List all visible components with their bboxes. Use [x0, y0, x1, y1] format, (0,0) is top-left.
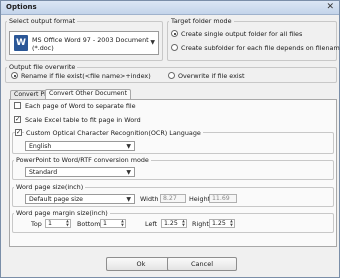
- chevron-down-icon: ▼: [126, 196, 131, 203]
- height-value: 11.69: [212, 195, 230, 202]
- left-margin-input[interactable]: 1.25 ▲ ▼: [161, 219, 187, 228]
- right-label: Right: [192, 220, 209, 228]
- spinner-icon[interactable]: ▲ ▼: [181, 219, 186, 227]
- bottom-margin-value: 1: [103, 220, 107, 227]
- page-size-legend: Word page size(inch): [14, 183, 86, 191]
- width-input[interactable]: 8.27: [160, 194, 186, 203]
- ocr-language-select[interactable]: English ▼: [25, 141, 135, 151]
- output-format-legend: Select output format: [7, 17, 78, 25]
- scale-excel-checkbox[interactable]: ✓: [14, 116, 21, 123]
- top-label: Top: [31, 220, 42, 228]
- chevron-down-icon: ▼: [126, 143, 131, 150]
- page-size-value: Default page size: [29, 196, 83, 203]
- ocr-checkbox[interactable]: ✓: [15, 129, 22, 136]
- output-format-dropdown[interactable]: MS Office Word 97 - 2003 Document (*.doc…: [9, 31, 159, 55]
- window-title: Options: [6, 3, 37, 11]
- width-value: 8.27: [163, 195, 177, 202]
- scale-excel-label: Scale Excel table to fit page in Word: [25, 116, 141, 124]
- bottom-margin-input[interactable]: 1 ▲ ▼: [100, 219, 126, 228]
- single-folder-radio[interactable]: [171, 30, 178, 37]
- overwrite-label: Overwrite if file exist: [178, 72, 245, 80]
- cancel-button[interactable]: Cancel: [167, 257, 237, 271]
- top-margin-input[interactable]: 1 ▲ ▼: [45, 219, 71, 228]
- ocr-label: Custom Optical Character Recognition(OCR…: [24, 129, 203, 137]
- overwrite-legend: Output file overwrite: [7, 63, 78, 71]
- word-document-icon: [14, 35, 28, 51]
- left-margin-value: 1.25: [164, 220, 178, 227]
- height-input[interactable]: 11.69: [209, 194, 237, 203]
- right-margin-value: 1.25: [212, 220, 226, 227]
- subfolder-radio[interactable]: [171, 44, 178, 51]
- ok-button[interactable]: Ok: [106, 257, 176, 271]
- format-line1: MS Office Word 97 - 2003 Document: [32, 36, 149, 44]
- spinner-icon[interactable]: ▲ ▼: [65, 219, 70, 227]
- chevron-down-icon: ▼: [126, 169, 131, 176]
- spinner-icon[interactable]: ▲ ▼: [120, 219, 125, 227]
- target-folder-group: [167, 21, 337, 61]
- spinner-icon[interactable]: ▲ ▼: [229, 219, 234, 227]
- ppt-mode-legend: PowerPoint to Word/RTF conversion mode: [14, 156, 151, 164]
- ppt-mode-value: Standard: [29, 169, 58, 176]
- overwrite-radio[interactable]: [168, 72, 175, 79]
- close-icon[interactable]: ✕: [326, 2, 334, 12]
- each-page-checkbox[interactable]: [14, 102, 21, 109]
- right-margin-input[interactable]: 1.25 ▲ ▼: [209, 219, 235, 228]
- rename-radio[interactable]: [11, 72, 18, 79]
- width-label: Width: [140, 195, 159, 203]
- ppt-mode-select[interactable]: Standard ▼: [25, 167, 135, 177]
- subfolder-label: Create subfolder for each file depends o…: [181, 44, 340, 52]
- height-label: Height: [189, 195, 211, 203]
- ocr-language-value: English: [29, 143, 52, 150]
- chevron-down-icon: ▼: [150, 39, 155, 46]
- format-line2: (*.doc): [32, 44, 54, 52]
- target-folder-legend: Target folder mode: [169, 17, 234, 25]
- margin-legend: Word page margin size(inch): [14, 209, 110, 217]
- bottom-label: Bottom: [77, 220, 101, 228]
- single-folder-label: Create single output folder for all file…: [181, 30, 303, 38]
- each-page-label: Each page of Word to separate file: [25, 102, 136, 110]
- top-margin-value: 1: [48, 220, 52, 227]
- options-dialog: Options ✕ Select output format MS Office…: [0, 0, 340, 278]
- title-bar: Options ✕: [1, 1, 339, 15]
- page-size-select[interactable]: Default page size ▼: [25, 194, 135, 204]
- tab-convert-other-document[interactable]: Convert Other Document: [45, 89, 132, 99]
- rename-label: Rename if file exist(<file name>+index): [21, 72, 151, 80]
- left-label: Left: [145, 220, 158, 228]
